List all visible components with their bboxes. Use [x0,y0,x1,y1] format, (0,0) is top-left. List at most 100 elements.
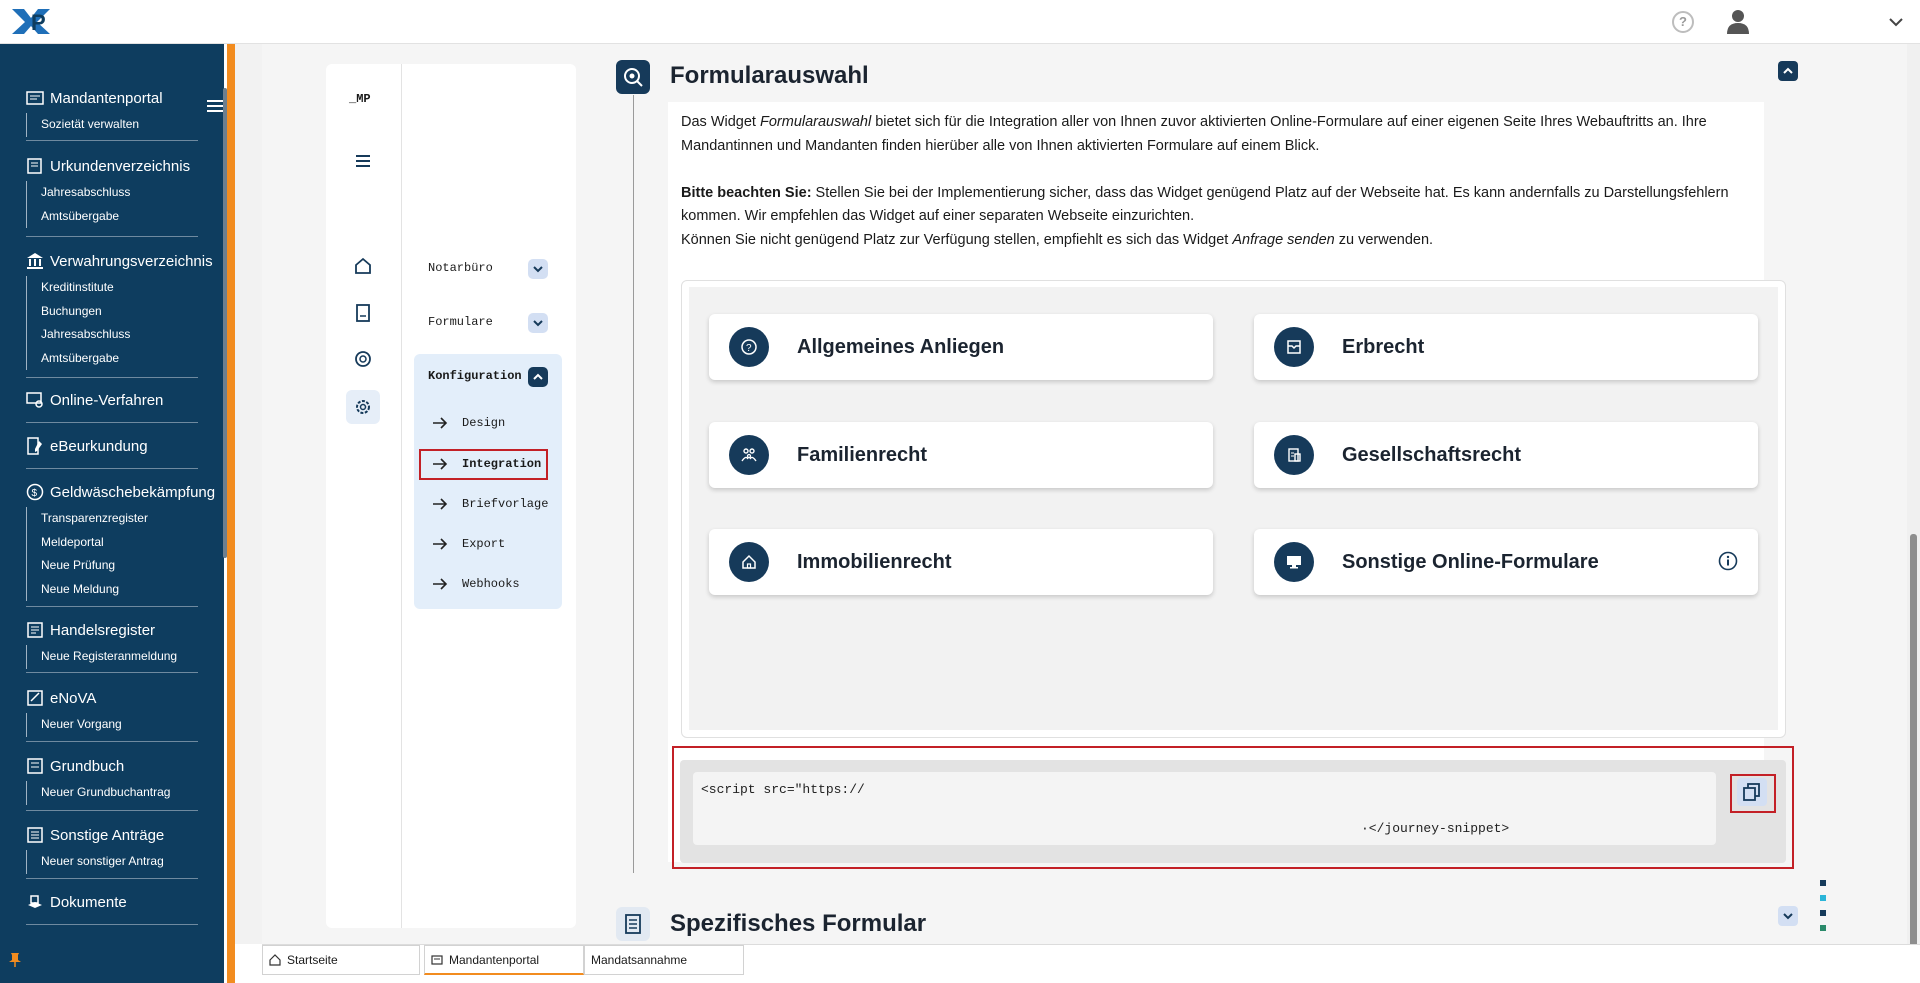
sidebar-group-verwahrungsverzeichnis: Verwahrungsverzeichnis Kreditinstitute B… [0,249,213,371]
document-list-icon [616,907,650,941]
sidebar-item-handelsregister[interactable]: Handelsregister [0,618,200,642]
note-paragraph: Bitte beachten Sie: Stellen Sie bei der … [681,182,1781,229]
widget-name: Formularauswahl [759,114,872,130]
home-icon[interactable] [353,256,373,276]
sidebar-item-grundbuch[interactable]: Grundbuch [0,754,200,778]
page-scrollbar[interactable] [1907,44,1920,962]
info-icon[interactable] [1718,551,1738,571]
sidebar: Mandantenportal Sozietät verwalten Urkun… [0,44,224,983]
sidebar-item-online-verfahren[interactable]: Online-Verfahren [0,388,200,412]
svg-text:$: $ [32,488,38,499]
code-snippet[interactable]: <script src="https:// ·</journey-snippet… [693,772,1716,845]
submenu-item-integration[interactable]: Integration [432,457,541,471]
bank-icon [27,253,43,269]
arrow-right-icon [433,578,448,590]
monitor-icon [1274,542,1314,582]
tab-mandantenportal[interactable]: Mandantenportal [424,945,584,975]
collapse-section-button[interactable] [1778,61,1798,81]
svg-text:P: P [31,10,46,35]
sidebar-subitem[interactable]: Neuer sonstiger Antrag [41,850,200,874]
section-timeline [633,95,634,873]
arrow-right-icon [433,417,448,429]
ai-icon[interactable] [353,349,373,369]
sidebar-subitem[interactable]: Neue Registeranmeldung [41,645,200,669]
sidebar-subitem[interactable]: Neuer Grundbuchantrag [41,781,200,805]
document-icon[interactable] [353,303,373,323]
menu-notarbuero[interactable]: Notarbüro [428,261,493,275]
user-icon[interactable] [1726,9,1750,35]
sidebar-item-verwahrungsverzeichnis[interactable]: Verwahrungsverzeichnis [0,249,213,273]
chevron-up-icon[interactable] [528,367,548,387]
gear-icon[interactable] [353,397,373,417]
sidebar-subitem[interactable]: Neue Meldung [41,578,200,602]
sidebar-item-label: Dokumente [50,893,127,911]
sidebar-subitem[interactable]: Meldeportal [41,531,200,555]
sidebar-item-sonstige-antraege[interactable]: Sonstige Anträge [0,823,200,847]
house-icon [729,542,769,582]
sidebar-group-online-verfahren: Online-Verfahren [0,388,200,412]
card-label: Gesellschaftsrecht [1342,443,1521,466]
sidebar-group-enova: eNoVA Neuer Vorgang [0,686,200,737]
chevron-down-icon[interactable] [1886,12,1906,32]
tab-label: Startseite [287,953,338,967]
tab-startseite[interactable]: Startseite [262,945,420,975]
chevron-down-icon[interactable] [528,313,548,333]
sidebar-subitem[interactable]: Jahresabschluss [41,181,200,205]
card-label: Allgemeines Anliegen [797,335,1005,358]
ebeurkundung-icon [27,437,42,455]
sidebar-item-label: eNoVA [50,689,97,707]
portal-icon [431,954,443,965]
sidebar-subitem[interactable]: Neue Prüfung [41,554,200,578]
sidebar-item-enova[interactable]: eNoVA [0,686,200,710]
sidebar-subitem[interactable]: Neuer Vorgang [41,713,200,737]
form-card-immobilienrecht[interactable]: Immobilienrecht [709,529,1213,595]
sidebar-subitem[interactable]: Transparenzregister [41,507,200,531]
sidebar-group-ebeurkundung: eBeurkundung [0,434,200,458]
sidebar-subitem[interactable]: Buchungen [41,300,200,324]
submenu-label: Export [462,537,506,551]
menu-icon[interactable] [353,151,373,171]
text: zu verwenden. [1334,231,1434,248]
sidebar-group-dokumente: Dokumente [0,890,200,914]
expand-section-button[interactable] [1778,906,1798,926]
submenu-item-webhooks[interactable]: Webhooks [432,577,520,591]
arrow-right-icon [433,538,448,550]
form-card-sonstige-online-formulare[interactable]: Sonstige Online-Formulare [1254,529,1758,595]
sidebar-subitem[interactable]: Sozietät verwalten [41,113,200,137]
pin-icon[interactable] [8,952,22,968]
sidebar-item-urkundenverzeichnis[interactable]: Urkundenverzeichnis [0,154,200,178]
sidebar-item-mandantenportal[interactable]: Mandantenportal [0,86,200,110]
menu-toggle-icon[interactable] [207,100,223,114]
portal-icon [26,91,44,105]
sidebar-subitem[interactable]: Amtsübergabe [41,205,200,229]
menu-formulare[interactable]: Formulare [428,315,493,329]
sidebar-subitem[interactable]: Jahresabschluss [41,323,200,347]
sidebar-group-handelsregister: Handelsregister Neue Registeranmeldung [0,618,200,669]
note-paragraph: Können Sie nicht genügend Platz zur Verf… [681,229,1781,253]
sidebar-subitem[interactable]: Amtsübergabe [41,347,200,371]
submenu-item-design[interactable]: Design [432,416,505,430]
submenu-item-export[interactable]: Export [432,537,505,551]
form-card-gesellschaftsrecht[interactable]: Gesellschaftsrecht [1254,422,1758,488]
xp-logo[interactable]: P [10,6,52,36]
sidebar-item-ebeurkundung[interactable]: eBeurkundung [0,434,200,458]
menu-label: Konfiguration [428,369,522,383]
sidebar-subitem[interactable]: Kreditinstitute [41,276,200,300]
form-card-allgemeines-anliegen[interactable]: ? Allgemeines Anliegen [709,314,1213,380]
form-card-familienrecht[interactable]: Familienrecht [709,422,1213,488]
copy-button[interactable] [1737,778,1767,806]
sidebar-group-urkundenverzeichnis: Urkundenverzeichnis Jahresabschluss Amts… [0,154,200,228]
scrollbar-thumb[interactable] [1910,534,1917,962]
status-dots [1820,880,1826,940]
card-label: Erbrecht [1342,335,1425,358]
submenu-item-briefvorlage[interactable]: Briefvorlage [432,497,548,511]
chevron-down-icon[interactable] [528,259,548,279]
sidebar-item-dokumente[interactable]: Dokumente [0,890,200,914]
form-card-erbrecht[interactable]: Erbrecht [1254,314,1758,380]
menu-konfiguration[interactable]: Konfiguration [428,369,522,383]
sidebar-item-geldwaeschebekaempfung[interactable]: $ Geldwäschebekämpfung [0,480,215,504]
money-laundering-icon: $ [26,483,44,501]
help-icon[interactable]: ? [1672,11,1694,33]
text: Das Widget [681,114,760,130]
tab-mandatsannahme[interactable]: Mandatsannahme [584,945,744,975]
